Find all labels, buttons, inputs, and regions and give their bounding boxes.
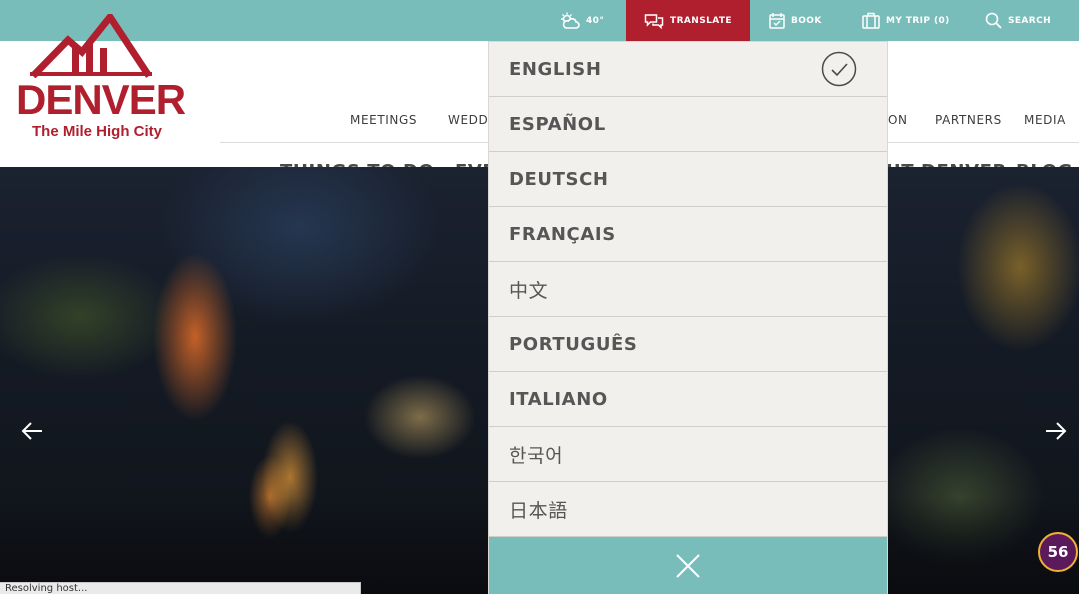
book-label: BOOK: [791, 15, 822, 26]
language-label: ESPAÑOL: [509, 113, 606, 135]
translate-button[interactable]: TRANSLATE: [626, 0, 750, 41]
mountain-skyline-icon: [30, 14, 152, 78]
language-option-english[interactable]: ENGLISH: [489, 42, 887, 97]
translate-label: TRANSLATE: [670, 15, 732, 26]
subnav-item-media[interactable]: MEDIA: [1024, 113, 1066, 127]
language-label: 日本語: [509, 499, 568, 522]
subnav-item-meetings[interactable]: MEETINGS: [350, 113, 417, 127]
language-option-chinese[interactable]: 中文: [489, 262, 887, 317]
language-option-portugues[interactable]: PORTUGUÊS: [489, 317, 887, 372]
calendar-check-icon: [769, 13, 785, 29]
weather-widget[interactable]: 40°: [560, 0, 604, 41]
language-option-korean[interactable]: 한국어: [489, 427, 887, 482]
logo-wordmark: DENVER: [16, 76, 186, 123]
language-label: PORTUGUÊS: [509, 333, 638, 355]
language-option-deutsch[interactable]: DEUTSCH: [489, 152, 887, 207]
logo-tagline: The Mile High City: [32, 123, 163, 140]
weather-temp: 40°: [586, 15, 605, 26]
subnav-item-partners[interactable]: PARTNERS: [935, 113, 1002, 127]
my-trip-label: MY TRIP (0): [886, 15, 950, 26]
close-icon: [676, 554, 700, 578]
search-button[interactable]: SEARCH: [985, 0, 1051, 41]
browser-status-bar: Resolving host...: [0, 582, 361, 594]
previous-slide-arrow-icon[interactable]: [20, 419, 44, 443]
language-label: ITALIANO: [509, 388, 608, 410]
search-icon: [985, 12, 1002, 29]
language-label: FRANÇAIS: [509, 223, 616, 245]
search-label: SEARCH: [1008, 15, 1052, 26]
language-label: ENGLISH: [509, 58, 602, 80]
language-dropdown: ENGLISH ESPAÑOL DEUTSCH FRANÇAIS 中文 PORT…: [488, 41, 888, 594]
speech-bubbles-icon: [644, 13, 664, 29]
denver-logo[interactable]: DENVER The Mile High City: [0, 0, 186, 150]
language-label: 한국어: [509, 444, 564, 467]
language-option-espanol[interactable]: ESPAÑOL: [489, 97, 887, 152]
language-option-japanese[interactable]: 日本語: [489, 482, 887, 537]
checkmark-circle-icon: [821, 51, 857, 87]
partly-cloudy-icon: [561, 12, 580, 29]
language-option-francais[interactable]: FRANÇAIS: [489, 207, 887, 262]
subnav-item-weddings[interactable]: WEDD: [448, 113, 488, 127]
subnav-item-partial[interactable]: ON: [888, 113, 908, 127]
my-trip-button[interactable]: MY TRIP (0): [862, 0, 950, 41]
next-slide-arrow-icon[interactable]: [1044, 419, 1068, 443]
book-button[interactable]: BOOK: [769, 0, 822, 41]
notification-badge[interactable]: 56: [1038, 532, 1078, 572]
language-label: DEUTSCH: [509, 168, 609, 190]
language-option-italiano[interactable]: ITALIANO: [489, 372, 887, 427]
language-label: 中文: [509, 279, 549, 302]
close-dropdown-button[interactable]: [489, 537, 887, 594]
suitcase-icon: [862, 12, 880, 29]
